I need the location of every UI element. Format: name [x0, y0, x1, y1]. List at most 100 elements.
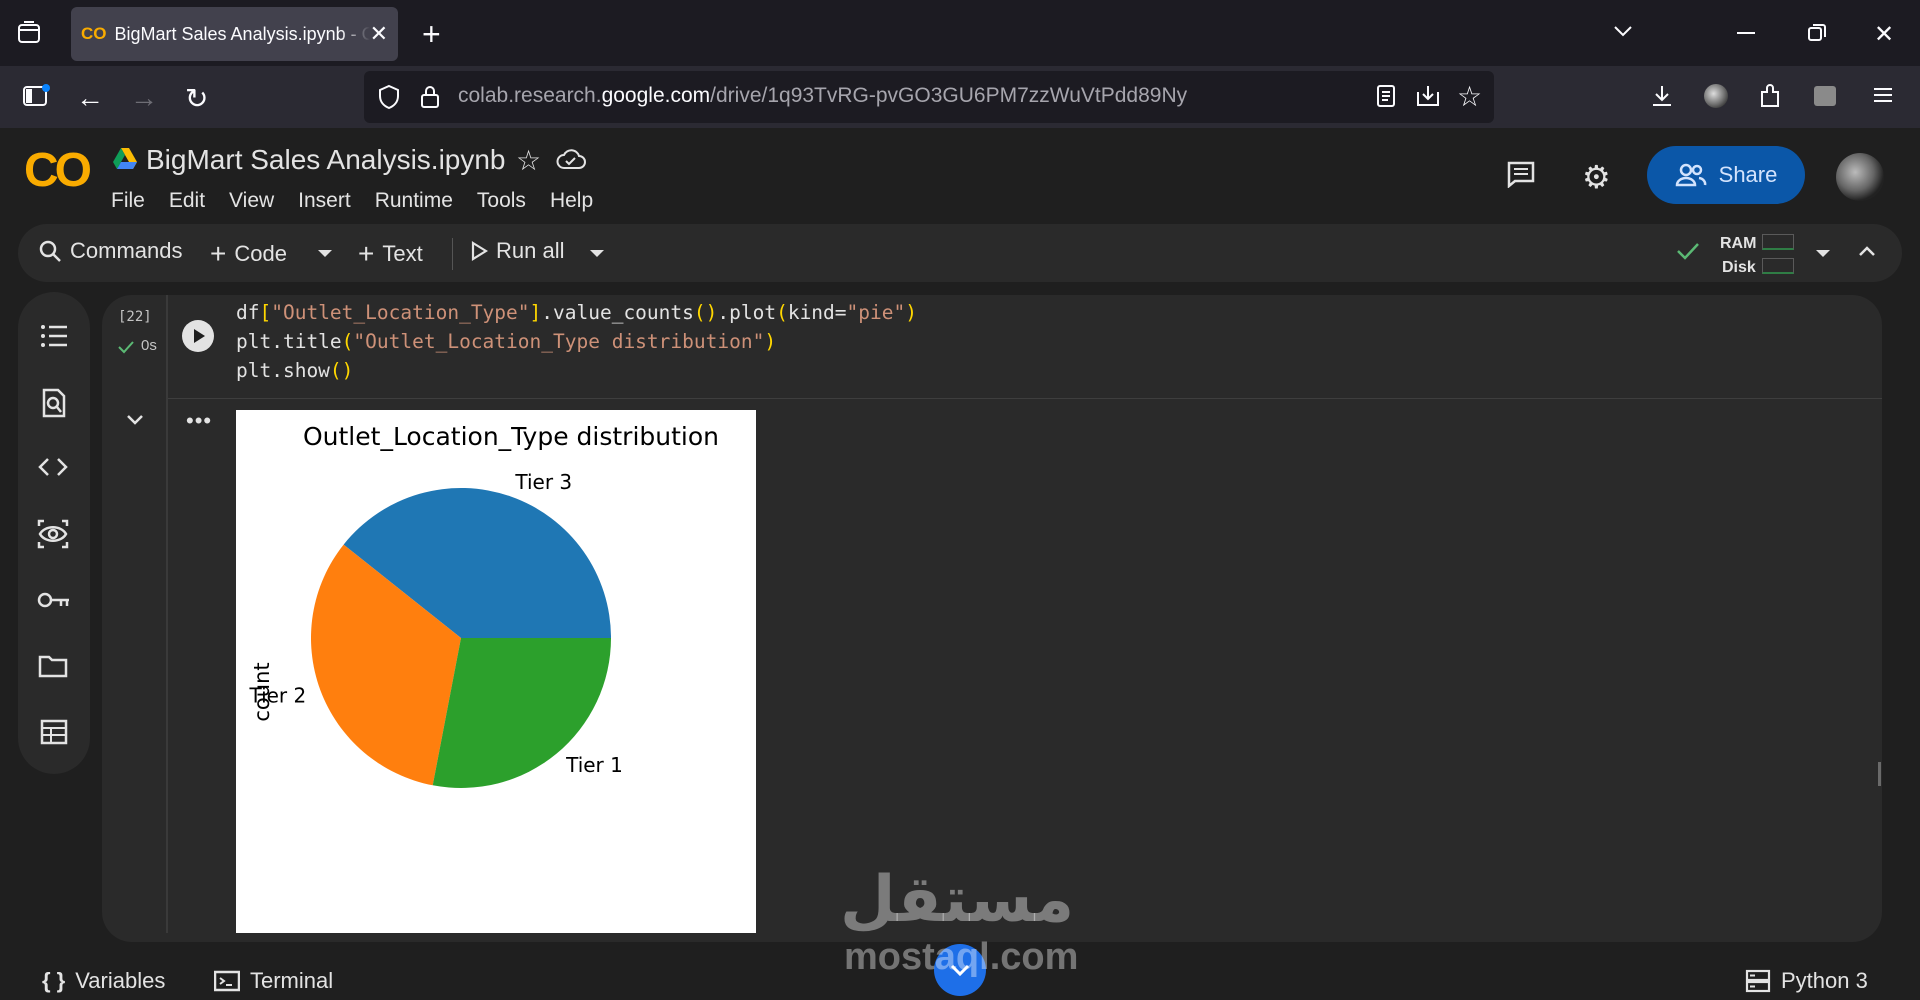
- extension-app-icon[interactable]: [1814, 86, 1836, 106]
- pie-label-tier-1: Tier 1: [565, 753, 623, 777]
- minimize-icon[interactable]: [1737, 32, 1755, 34]
- add-code-button[interactable]: + Code: [210, 238, 287, 270]
- menu-view[interactable]: View: [229, 189, 274, 213]
- notebook-title[interactable]: BigMart Sales Analysis.ipynb: [146, 144, 506, 176]
- menu-tools[interactable]: Tools: [477, 189, 526, 213]
- ram-usage-bar: [1762, 234, 1794, 250]
- braces-icon: { }: [42, 968, 66, 993]
- runtime-label: Python 3: [1781, 968, 1868, 993]
- url-text[interactable]: colab.research.google.com/drive/1q93TvRG…: [458, 84, 1187, 108]
- menu-bar: File Edit View Insert Runtime Tools Help: [111, 189, 617, 213]
- cell-scrollbar[interactable]: [1878, 762, 1881, 786]
- code-editor[interactable]: df["Outlet_Location_Type"].value_counts(…: [236, 298, 917, 385]
- play-icon: [194, 329, 205, 343]
- ram-label: RAM: [1720, 235, 1757, 252]
- sidebar-toggle-icon[interactable]: [22, 84, 50, 108]
- new-tab-icon[interactable]: +: [422, 16, 441, 53]
- plus-icon: +: [358, 238, 375, 269]
- code-snippets-icon[interactable]: [38, 456, 68, 478]
- list-all-tabs-icon[interactable]: [1612, 20, 1634, 42]
- user-avatar[interactable]: [1836, 153, 1884, 201]
- watermark-arabic: مستقل: [840, 863, 1075, 935]
- reload-icon[interactable]: ↻: [185, 82, 208, 115]
- connected-check-icon: [1676, 241, 1700, 261]
- browser-tab-active[interactable]: CO BigMart Sales Analysis.ipynb - Colab …: [71, 7, 398, 61]
- secrets-key-icon[interactable]: [37, 590, 71, 610]
- terminal-icon: [214, 970, 240, 992]
- run-all-label: Run all: [496, 238, 565, 263]
- cell-output-separator: [168, 398, 1882, 399]
- collapse-output-chevron-icon[interactable]: [126, 414, 144, 426]
- menu-insert[interactable]: Insert: [298, 189, 351, 213]
- disk-label: Disk: [1722, 259, 1756, 276]
- resource-labels[interactable]: RAM Disk: [1720, 232, 1756, 280]
- account-avatar-icon[interactable]: [1704, 84, 1728, 108]
- execution-count: [22]: [118, 309, 152, 325]
- save-to-pocket-icon[interactable]: [1415, 84, 1441, 108]
- run-all-dropdown-icon[interactable]: [590, 250, 604, 257]
- cloud-saved-icon[interactable]: [556, 148, 586, 170]
- tracking-shield-icon[interactable]: [377, 84, 401, 110]
- exec-success-check-icon: [117, 340, 135, 354]
- chart-output: Outlet_Location_Type distribution count …: [236, 410, 756, 933]
- lock-icon[interactable]: [419, 84, 441, 110]
- forward-icon[interactable]: →: [130, 82, 158, 114]
- play-icon: [471, 241, 488, 261]
- share-label: Share: [1718, 162, 1778, 187]
- plus-icon: +: [210, 238, 227, 269]
- pie-chart: Outlet_Location_Type distribution count …: [248, 422, 719, 788]
- people-icon: [1675, 163, 1706, 187]
- code-line-1: df["Outlet_Location_Type"].value_counts(…: [236, 301, 917, 324]
- code-line-2: plt.title("Outlet_Location_Type distribu…: [236, 330, 777, 353]
- collapse-header-icon[interactable]: [1858, 244, 1876, 258]
- variables-button[interactable]: { } Variables: [42, 968, 165, 994]
- settings-gear-icon[interactable]: ⚙: [1582, 158, 1611, 196]
- data-table-icon[interactable]: [40, 719, 68, 745]
- search-icon: [39, 240, 61, 262]
- disk-usage-bar: [1762, 258, 1794, 274]
- files-folder-icon[interactable]: [38, 654, 68, 678]
- tab-title: BigMart Sales Analysis.ipynb - Colab: [114, 23, 370, 44]
- run-all-button[interactable]: Run all: [470, 238, 564, 264]
- table-of-contents-icon[interactable]: [40, 323, 68, 349]
- pie-label-tier-3: Tier 3: [514, 470, 572, 494]
- share-button[interactable]: Share: [1647, 146, 1805, 204]
- comments-icon[interactable]: [1506, 160, 1536, 188]
- bookmark-star-icon[interactable]: ☆: [1457, 80, 1482, 113]
- extensions-icon[interactable]: [1758, 83, 1782, 109]
- commands-label: Commands: [70, 238, 183, 263]
- colab-logo[interactable]: CO: [24, 143, 92, 198]
- output-actions-more-icon[interactable]: •••: [186, 408, 212, 434]
- close-window-icon[interactable]: ✕: [1874, 20, 1894, 49]
- terminal-button[interactable]: Terminal: [214, 968, 333, 994]
- variable-inspector-eye-icon[interactable]: [37, 519, 69, 549]
- app-menu-icon[interactable]: [1872, 84, 1894, 106]
- watermark-latin: mostaql.com: [844, 936, 1079, 978]
- notebook-toolbar: [18, 224, 1902, 282]
- menu-help[interactable]: Help: [550, 189, 593, 213]
- menu-file[interactable]: File: [111, 189, 145, 213]
- downloads-icon[interactable]: [1650, 84, 1674, 108]
- menu-edit[interactable]: Edit: [169, 189, 205, 213]
- star-notebook-icon[interactable]: ☆: [516, 144, 541, 177]
- menu-runtime[interactable]: Runtime: [375, 189, 453, 213]
- runtime-dropdown-icon[interactable]: [1816, 250, 1830, 257]
- cell-gutter-divider: [166, 295, 168, 933]
- code-dropdown-icon[interactable]: [318, 250, 332, 257]
- find-replace-icon[interactable]: [41, 388, 67, 418]
- close-tab-icon[interactable]: ✕: [370, 21, 388, 47]
- back-icon[interactable]: ←: [76, 82, 104, 114]
- pie-label-tier-2: Tier 2: [248, 683, 306, 707]
- add-text-button[interactable]: + Text: [358, 238, 423, 270]
- tab-list-icon[interactable]: [16, 20, 42, 46]
- code-label: Code: [234, 241, 287, 266]
- google-drive-icon: [112, 147, 138, 171]
- commands-button[interactable]: Commands: [38, 238, 182, 264]
- runtime-indicator[interactable]: Python 3: [1745, 968, 1868, 994]
- text-label: Text: [382, 241, 423, 266]
- code-line-3: plt.show(): [236, 359, 354, 382]
- run-cell-button[interactable]: [182, 320, 214, 352]
- colab-favicon-icon: CO: [81, 24, 107, 43]
- reader-view-icon[interactable]: [1376, 84, 1396, 108]
- restore-icon[interactable]: [1808, 24, 1826, 42]
